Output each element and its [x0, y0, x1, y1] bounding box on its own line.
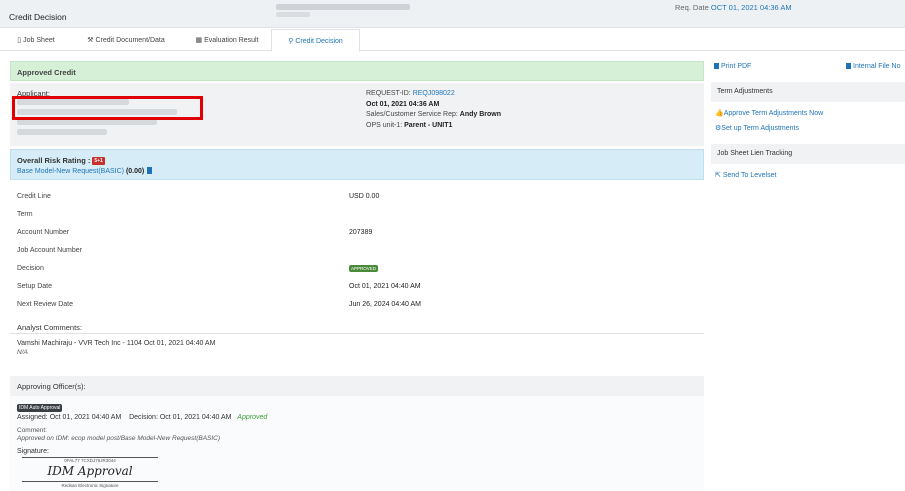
print-pdf-link[interactable]: Print PDF [714, 63, 751, 70]
approved-credit-bar: Approved Credit [10, 61, 704, 81]
signature-image: 0FAL77 7CXDJ79JR3044 IDM Approval Redsan… [22, 457, 158, 491]
setup-term-adjustments-link[interactable]: ⚙Set up Term Adjustments [715, 124, 799, 132]
redacted-subtitle [276, 12, 310, 17]
approving-officers-body: IDM Auto Approval Assigned: Oct 01, 2021… [10, 396, 704, 491]
file-icon [846, 63, 851, 69]
detail-row: Job Account Number [17, 247, 82, 254]
pin-icon: ⚲ [288, 38, 294, 45]
tab-credit-decision[interactable]: ⚲ Credit Decision [271, 29, 360, 52]
risk-score: (0.00) [125, 168, 145, 175]
detail-row: Term [17, 211, 33, 218]
tab-job-sheet[interactable]: ▯ Job Sheet [8, 29, 64, 51]
redacted-applicant-phone [17, 129, 107, 135]
analyst-comments-label: Analyst Comments: [17, 323, 83, 332]
assigned-decision-line: Assigned: Oct 01, 2021 04:40 AM Decision… [17, 414, 268, 421]
decision-badge: APPROVED [349, 265, 379, 272]
approving-officers-header: Approving Officer(s): [10, 376, 704, 396]
request-date: Req. Date OCT 01, 2021 04:36 AM [675, 3, 792, 12]
detail-row: Credit Line USD 0.00 [17, 193, 380, 200]
risk-model-link[interactable]: Base Model-New Request(BASIC) [17, 168, 124, 175]
applicant-section: Applicant: REQUEST-ID: REQJ098022 Oct 01… [10, 83, 704, 146]
lien-tracking-header: Job Sheet Lien Tracking [711, 144, 905, 164]
wrench-icon: ⚒ [87, 37, 94, 44]
highlight-box [12, 96, 203, 120]
risk-rating-label: Overall Risk Rating : [17, 156, 91, 165]
sales-rep-name: Andy Brown [459, 111, 502, 118]
top-bar: Credit Decision Req. Date OCT 01, 2021 0… [0, 0, 905, 28]
request-date-value: Oct 01, 2021 04:36 AM [366, 100, 440, 108]
risk-badge: 5+1 [92, 157, 105, 166]
detail-row: Account Number 207389 [17, 229, 373, 236]
tab-evaluation-result[interactable]: ▦ Evaluation Result [188, 29, 266, 51]
share-icon: ⇱ [715, 172, 721, 179]
risk-rating-section: Overall Risk Rating :5+1 Base Model-New … [10, 149, 704, 180]
analyst-comments: Vamshi Machiraju - VVR Tech Inc - 1104 O… [10, 333, 704, 371]
detail-row: Setup Date Oct 01, 2021 04:40 AM [17, 283, 421, 290]
detail-row: Next Review Date Jun 26, 2024 04:40 AM [17, 301, 421, 308]
grid-icon: ▦ [195, 37, 203, 44]
internal-file-link[interactable]: Internal File No [846, 63, 900, 70]
request-id-link[interactable]: REQJ098022 [413, 90, 455, 97]
pdf-icon [714, 63, 719, 69]
tab-bar: ▯ Job Sheet ⚒ Credit Document/Data ▦ Evalua… [0, 29, 905, 52]
thumbs-up-icon: 👍 [715, 110, 724, 117]
approved-status: Approved [237, 414, 268, 421]
redacted-title [276, 4, 410, 10]
ops-unit-value: Parent - UNIT1 [404, 121, 453, 129]
request-info: REQUEST-ID: REQJ098022 Oct 01, 2021 04:3… [366, 90, 502, 129]
idm-auto-approval-badge: IDM Auto Approval [17, 404, 63, 412]
approve-term-adjustments-link[interactable]: 👍Approve Term Adjustments Now [715, 109, 823, 117]
send-to-levelset-link[interactable]: ⇱ Send To Levelset [715, 171, 776, 179]
term-adjustments-header: Term Adjustments [711, 82, 905, 102]
detail-row: Decision APPROVED [17, 265, 379, 272]
document-icon[interactable] [147, 167, 153, 174]
tab-credit-document-data[interactable]: ⚒ Credit Document/Data [80, 29, 172, 51]
page-title: Credit Decision [9, 12, 67, 22]
officer-comment: Approved on IDM: ecop model post/Base Mo… [17, 435, 221, 442]
document-icon: ▯ [17, 37, 22, 44]
